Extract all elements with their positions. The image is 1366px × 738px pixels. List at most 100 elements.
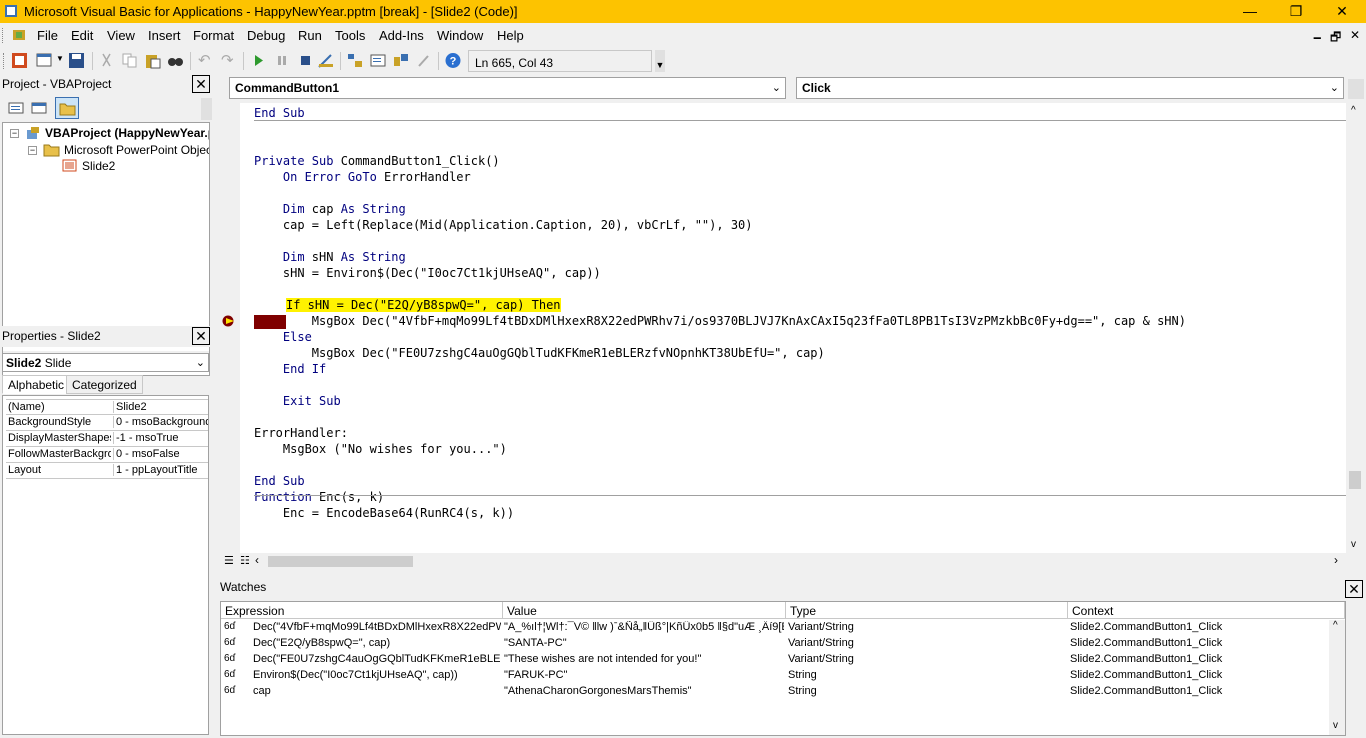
menu-run[interactable]: Run [298,28,322,43]
project-explorer-icon[interactable] [346,52,364,69]
code-line[interactable]: End If [254,361,326,377]
tab-categorized[interactable]: Categorized [66,375,143,394]
code-line[interactable]: Exit Sub [254,393,341,409]
tree-collapse-icon[interactable]: − [10,129,19,138]
minimize-button[interactable]: — [1227,0,1273,23]
menu-window[interactable]: Window [437,28,483,43]
toolbox-icon[interactable] [415,52,433,69]
chevron-down-icon[interactable]: ⌄ [196,356,205,369]
menu-view[interactable]: View [107,28,135,43]
property-row[interactable]: DisplayMasterShapes -1 - msoTrue [6,431,208,447]
code-line[interactable]: sHN = Environ$(Dec("I0oc7Ct1kjUHseAQ", c… [254,265,601,281]
close-button[interactable]: ✕ [1319,0,1365,23]
save-icon[interactable] [68,52,86,69]
toolbar-grip[interactable] [3,53,6,69]
full-module-view-icon[interactable]: ☷ [240,554,250,567]
project-panel-close-icon[interactable]: ✕ [192,75,210,93]
props-panel-close-icon[interactable]: ✕ [192,327,210,345]
watches-vertical-scrollbar[interactable]: ^ v [1329,620,1345,735]
menu-add-ins[interactable]: Add-Ins [379,28,424,43]
tree-collapse-icon[interactable]: − [28,146,37,155]
code-hscroll-thumb[interactable] [268,556,413,567]
menu-edit[interactable]: Edit [71,28,93,43]
run-icon[interactable] [250,52,268,69]
code-line[interactable]: MsgBox Dec("4VfbF+mqMo99Lf4tBDxDMlHxexR8… [254,313,1186,329]
chevron-down-icon[interactable]: ⌄ [1330,81,1339,94]
view-powerpoint-icon[interactable] [11,52,29,69]
code-line[interactable]: Else [254,329,312,345]
break-icon[interactable] [273,52,291,69]
code-line[interactable]: cap = Left(Replace(Mid(Application.Capti… [254,217,753,233]
watch-row[interactable]: 6ɗ Dec("FE0U7zshgC4auOgGQblTudKFKmeR1eBLE… [221,652,1345,668]
code-line[interactable]: Function Enc(s, k) [254,489,384,505]
copy-icon[interactable] [121,52,139,69]
menu-insert[interactable]: Insert [148,28,181,43]
scroll-left-icon[interactable]: ‹ [255,553,259,567]
view-code-icon[interactable] [6,99,26,117]
code-line[interactable]: End Sub [254,473,305,489]
column-header-type[interactable]: Type [786,602,1068,619]
property-row[interactable]: Layout 1 - ppLayoutTitle [6,463,208,479]
procedure-combo[interactable]: Click ⌄ [796,77,1344,99]
watch-row[interactable]: 6ɗ Dec("4VfbF+mqMo99Lf4tBDxDMlHxexR8X22ed… [221,620,1345,636]
property-value[interactable]: 0 - msoBackgroundS [113,416,208,428]
object-browser-icon[interactable] [392,52,410,69]
property-value[interactable]: -1 - msoTrue [113,432,208,444]
code-line[interactable]: Dim sHN As String [254,249,406,265]
menu-debug[interactable]: Debug [247,28,285,43]
code-line[interactable]: Dim cap As String [254,201,406,217]
insert-dropdown-icon[interactable]: ▼ [56,54,64,63]
code-line[interactable]: End Sub [254,105,305,121]
mdi-restore-button[interactable]: 🗗 [1330,28,1341,49]
code-margin[interactable] [218,103,240,553]
toolbar-options-icon[interactable]: ▼ [655,50,665,72]
code-editor[interactable]: End Sub Private Sub CommandButton1_Click(… [218,103,1346,553]
design-mode-icon[interactable] [317,52,335,69]
menu-format[interactable]: Format [193,28,234,43]
property-value[interactable]: 0 - msoFalse [113,448,208,460]
properties-window-icon[interactable] [369,52,387,69]
property-row[interactable]: FollowMasterBackgro 0 - msoFalse [6,447,208,463]
scroll-up-icon[interactable]: ^ [1351,105,1356,116]
chevron-down-icon[interactable]: ⌄ [772,81,781,94]
code-line[interactable]: Private Sub CommandButton1_Click() [254,153,500,169]
redo-icon[interactable]: ↷ [221,51,234,69]
property-row[interactable]: BackgroundStyle 0 - msoBackgroundS [6,415,208,431]
project-panel-scroll-grip[interactable] [201,98,212,120]
insert-userform-icon[interactable] [36,52,54,69]
restore-button[interactable]: ❐ [1273,0,1319,23]
menu-file[interactable]: File [37,28,58,43]
view-object-icon[interactable] [29,99,49,117]
undo-icon[interactable]: ↶ [198,51,211,69]
scroll-right-icon[interactable]: › [1334,553,1338,567]
scroll-down-icon[interactable]: v [1333,720,1338,731]
code-line[interactable]: Enc = EncodeBase64(RunRC4(s, k)) [254,505,514,521]
watch-row[interactable]: 6ɗ Environ$(Dec("I0oc7Ct1kjUHseAQ", cap))… [221,668,1345,684]
object-combo[interactable]: CommandButton1 ⌄ [229,77,786,99]
vba-menu-icon[interactable] [11,27,29,43]
column-header-value[interactable]: Value [503,602,786,619]
scroll-up-icon[interactable]: ^ [1333,620,1338,631]
property-value[interactable]: Slide2 [113,401,208,413]
reset-icon[interactable] [296,52,314,69]
code-vertical-scrollbar[interactable]: ^ v [1346,103,1364,553]
menu-tools[interactable]: Tools [335,28,365,43]
mdi-close-button[interactable]: ✕ [1350,28,1360,42]
column-header-context[interactable]: Context [1068,602,1345,619]
scroll-down-icon[interactable]: v [1351,539,1356,550]
column-header-expression[interactable]: Expression [221,602,503,619]
property-value[interactable]: 1 - ppLayoutTitle [113,464,208,476]
code-line[interactable]: ErrorHandler: [254,425,348,441]
code-line[interactable]: On Error GoTo ErrorHandler [254,169,471,185]
mdi-minimize-button[interactable]: 🗕 [1313,28,1322,49]
property-row[interactable]: (Name) Slide2 [6,399,208,415]
procedure-view-icon[interactable]: ☰ [224,554,234,567]
paste-icon[interactable] [144,52,162,69]
tab-alphabetic[interactable]: Alphabetic [2,375,71,394]
code-line[interactable]: MsgBox Dec("FE0U7zshgC4auOgGQblTudKFKmeR… [254,345,825,361]
code-horizontal-scrollbar[interactable]: ☰ ☷ ‹ › [218,553,1346,570]
code-split-grip[interactable] [1348,79,1364,99]
props-object-select[interactable]: Slide2 Slide ⌄ [2,353,209,372]
code-vscroll-thumb[interactable] [1349,471,1361,489]
menu-help[interactable]: Help [497,28,524,43]
